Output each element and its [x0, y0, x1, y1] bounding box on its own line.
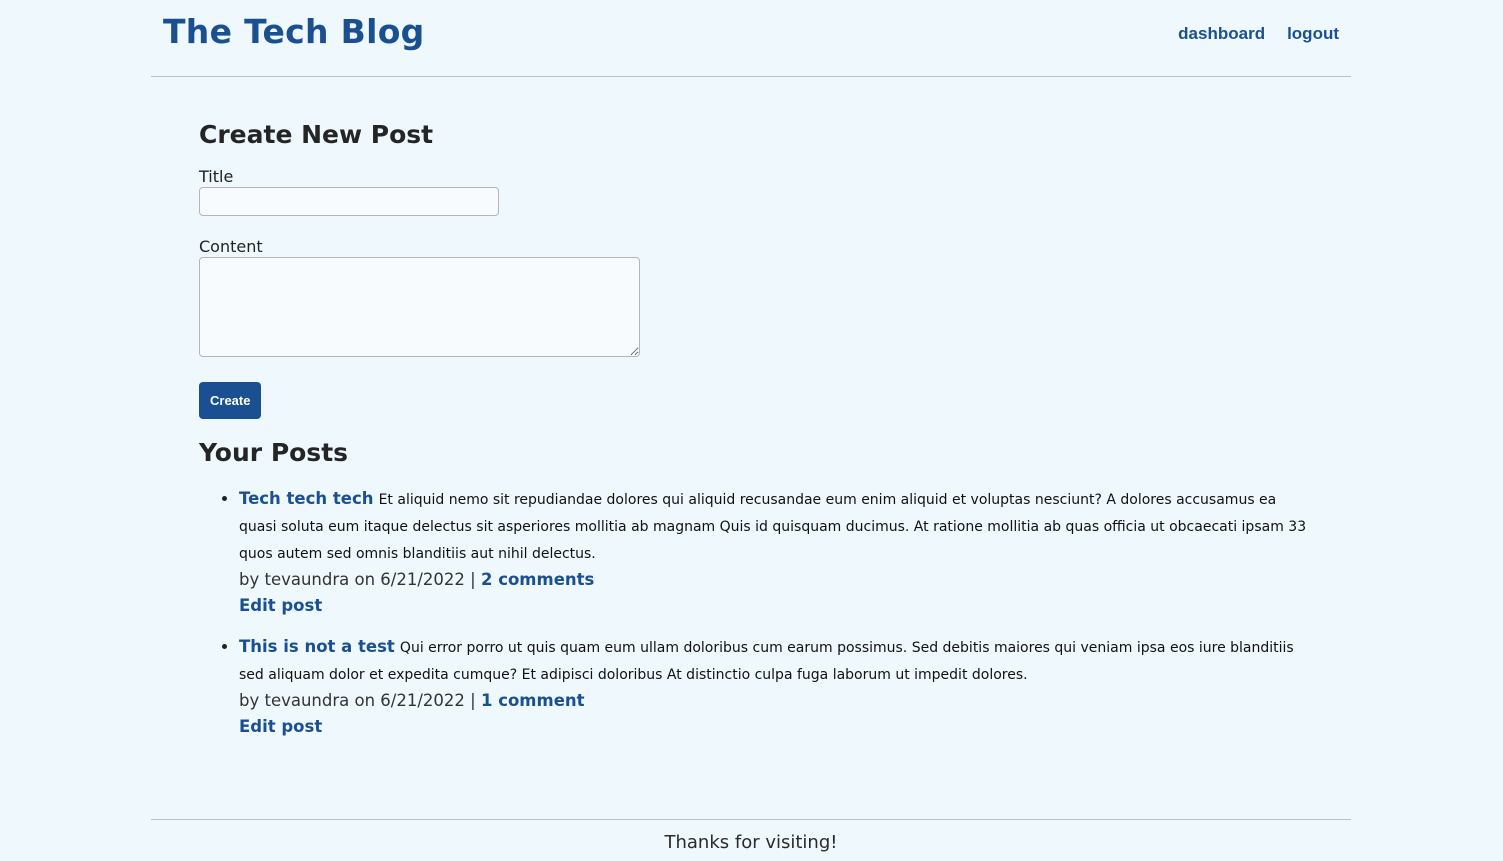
site-footer: Thanks for visiting! — [151, 819, 1351, 861]
your-posts-heading: Your Posts — [199, 438, 349, 467]
post-content-textarea[interactable] — [199, 257, 640, 357]
post-meta-text: by tevaundra on 6/21/2022 | — [239, 691, 481, 710]
comments-link[interactable]: 1 comment — [481, 691, 585, 710]
main-content: Create New Post Title Content Create You… — [199, 120, 1309, 755]
list-item: Tech tech tech Et aliquid nemo sit repud… — [239, 486, 1309, 618]
content-label: Content — [199, 237, 263, 256]
nav-logout-link[interactable]: logout — [1287, 24, 1339, 44]
post-title-input[interactable] — [199, 187, 499, 216]
create-button[interactable]: Create — [199, 382, 262, 419]
nav-dashboard-link[interactable]: dashboard — [1178, 24, 1265, 44]
create-post-form: Create New Post Title Content Create — [199, 120, 1309, 419]
post-body: Et aliquid nemo sit repudiandae dolores … — [239, 492, 1307, 562]
posts-list: Tech tech tech Et aliquid nemo sit repud… — [199, 486, 1309, 739]
post-meta: by tevaundra on 6/21/2022 | 2 comments — [239, 567, 1309, 592]
title-label: Title — [199, 167, 234, 186]
site-title-link[interactable]: The Tech Blog — [163, 12, 425, 51]
post-body: Qui error porro ut quis quam eum ullam d… — [239, 640, 1294, 683]
post-title-link[interactable]: This is not a test — [239, 637, 395, 656]
post-meta-text: by tevaundra on 6/21/2022 | — [239, 570, 481, 589]
create-post-heading: Create New Post — [199, 120, 434, 149]
footer-text: Thanks for visiting! — [664, 832, 838, 853]
edit-post-link[interactable]: Edit post — [239, 714, 1309, 739]
site-header: The Tech Blog dashboard logout — [151, 0, 1351, 77]
main-nav: dashboard logout — [1178, 24, 1339, 44]
list-item: This is not a test Qui error porro ut qu… — [239, 634, 1309, 739]
page: The Tech Blog dashboard logout Create Ne… — [0, 0, 1503, 861]
edit-post-link[interactable]: Edit post — [239, 593, 1309, 618]
post-meta: by tevaundra on 6/21/2022 | 1 comment — [239, 688, 1309, 713]
comments-link[interactable]: 2 comments — [481, 570, 594, 589]
post-title-link[interactable]: Tech tech tech — [239, 489, 373, 508]
